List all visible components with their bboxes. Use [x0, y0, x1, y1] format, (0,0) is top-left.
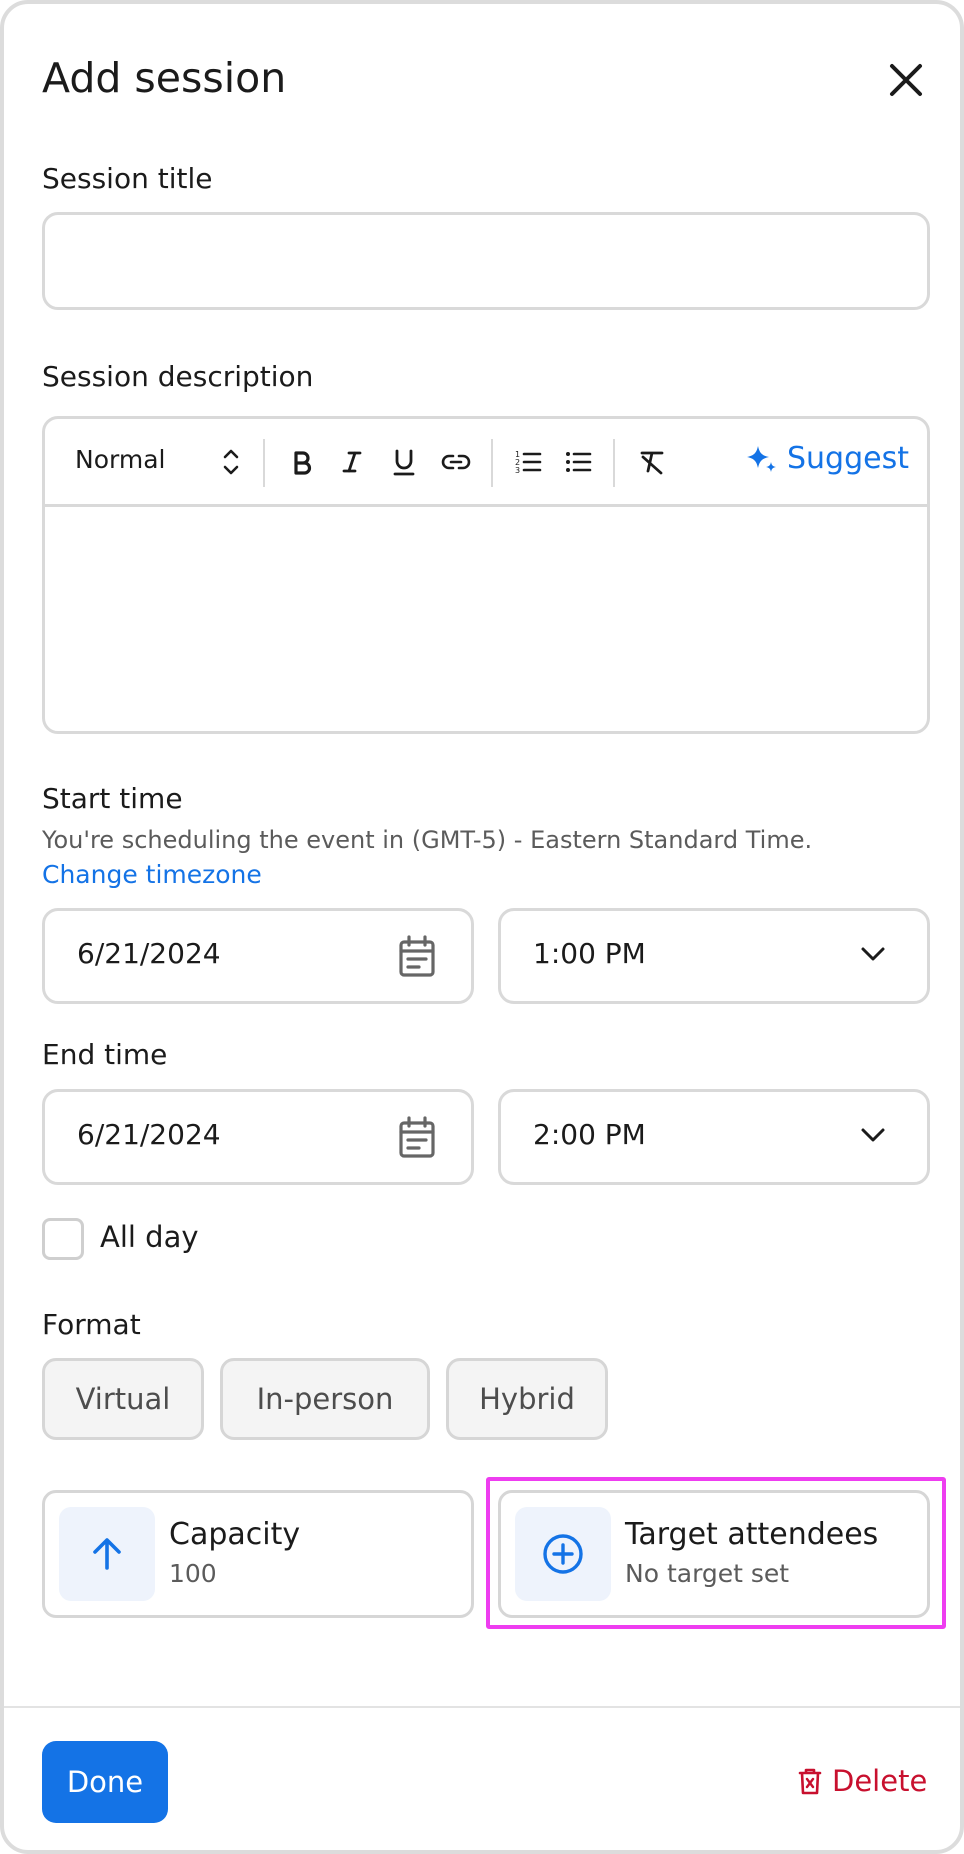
format-in-person-chip[interactable]: In-person — [220, 1358, 430, 1440]
underline-button[interactable] — [385, 441, 423, 483]
arrow-up-icon — [93, 1538, 121, 1570]
start-time-value: 1:00 PM — [533, 937, 646, 970]
rich-text-editor: Normal 1 2 3 Suggest — [42, 416, 930, 734]
capacity-icon-box — [59, 1507, 155, 1601]
format-virtual-chip[interactable]: Virtual — [42, 1358, 204, 1440]
updown-chevron-icon[interactable] — [221, 445, 241, 479]
target-attendees-value: No target set — [625, 1559, 790, 1588]
close-icon — [890, 64, 922, 96]
end-time-select[interactable]: 2:00 PM — [498, 1089, 930, 1185]
plus-circle-icon — [543, 1534, 583, 1574]
description-textarea[interactable] — [45, 507, 927, 731]
all-day-checkbox[interactable] — [42, 1218, 84, 1260]
target-attendees-card[interactable]: Target attendees No target set — [498, 1490, 930, 1618]
target-attendees-icon-box — [515, 1507, 611, 1601]
bold-button[interactable] — [283, 441, 321, 483]
bulleted-list-button[interactable] — [559, 441, 597, 483]
start-time-label: Start time — [42, 782, 183, 815]
link-icon — [441, 454, 471, 470]
done-button[interactable]: Done — [42, 1741, 168, 1823]
bold-icon — [294, 451, 312, 475]
chevron-down-icon — [861, 947, 885, 961]
link-button[interactable] — [437, 441, 475, 483]
text-style-select[interactable]: Normal — [75, 445, 165, 474]
delete-label: Delete — [832, 1764, 928, 1798]
bulleted-list-icon — [566, 452, 592, 472]
trash-icon — [798, 1768, 822, 1795]
capacity-card[interactable]: Capacity 100 — [42, 1490, 474, 1618]
clear-format-icon — [640, 451, 664, 475]
clear-format-button[interactable] — [633, 441, 671, 483]
numbered-list-icon: 1 2 3 — [515, 450, 542, 475]
format-hybrid-chip[interactable]: Hybrid — [446, 1358, 608, 1440]
toolbar-divider — [491, 439, 493, 487]
sparkle-icon — [747, 445, 776, 472]
end-time-label: End time — [42, 1038, 168, 1071]
start-date-value: 6/21/2024 — [77, 937, 221, 970]
session-title-label: Session title — [42, 162, 213, 195]
end-date-value: 6/21/2024 — [77, 1118, 221, 1151]
suggest-label: Suggest — [787, 441, 909, 476]
calendar-icon[interactable] — [397, 935, 437, 979]
delete-button[interactable]: Delete — [798, 1764, 927, 1798]
target-attendees-title: Target attendees — [625, 1517, 879, 1552]
timezone-helper-text: You're scheduling the event in (GMT-5) -… — [42, 826, 813, 854]
close-button[interactable] — [882, 56, 930, 104]
calendar-icon[interactable] — [397, 1116, 437, 1160]
editor-toolbar: Normal 1 2 3 Suggest — [45, 419, 927, 507]
underline-icon — [393, 449, 415, 476]
numbered-list-button[interactable]: 1 2 3 — [509, 441, 547, 483]
format-label: Format — [42, 1308, 141, 1341]
end-date-input[interactable]: 6/21/2024 — [42, 1089, 474, 1185]
suggest-button[interactable]: Suggest — [745, 441, 909, 476]
svg-text:3: 3 — [515, 466, 520, 475]
toolbar-divider — [613, 439, 615, 487]
chevron-down-icon — [861, 1128, 885, 1142]
footer-divider — [4, 1706, 960, 1708]
end-time-value: 2:00 PM — [533, 1118, 646, 1151]
session-title-input[interactable] — [42, 212, 930, 310]
session-description-label: Session description — [42, 360, 314, 393]
start-date-input[interactable]: 6/21/2024 — [42, 908, 474, 1004]
start-time-select[interactable]: 1:00 PM — [498, 908, 930, 1004]
capacity-value: 100 — [169, 1559, 217, 1588]
add-session-dialog: Add session Session title Session descri… — [0, 0, 964, 1854]
italic-icon — [342, 451, 362, 473]
toolbar-divider — [263, 439, 265, 487]
change-timezone-link[interactable]: Change timezone — [42, 860, 262, 889]
all-day-label: All day — [100, 1220, 199, 1254]
capacity-title: Capacity — [169, 1517, 301, 1552]
italic-button[interactable] — [333, 441, 371, 483]
dialog-title: Add session — [42, 54, 287, 102]
